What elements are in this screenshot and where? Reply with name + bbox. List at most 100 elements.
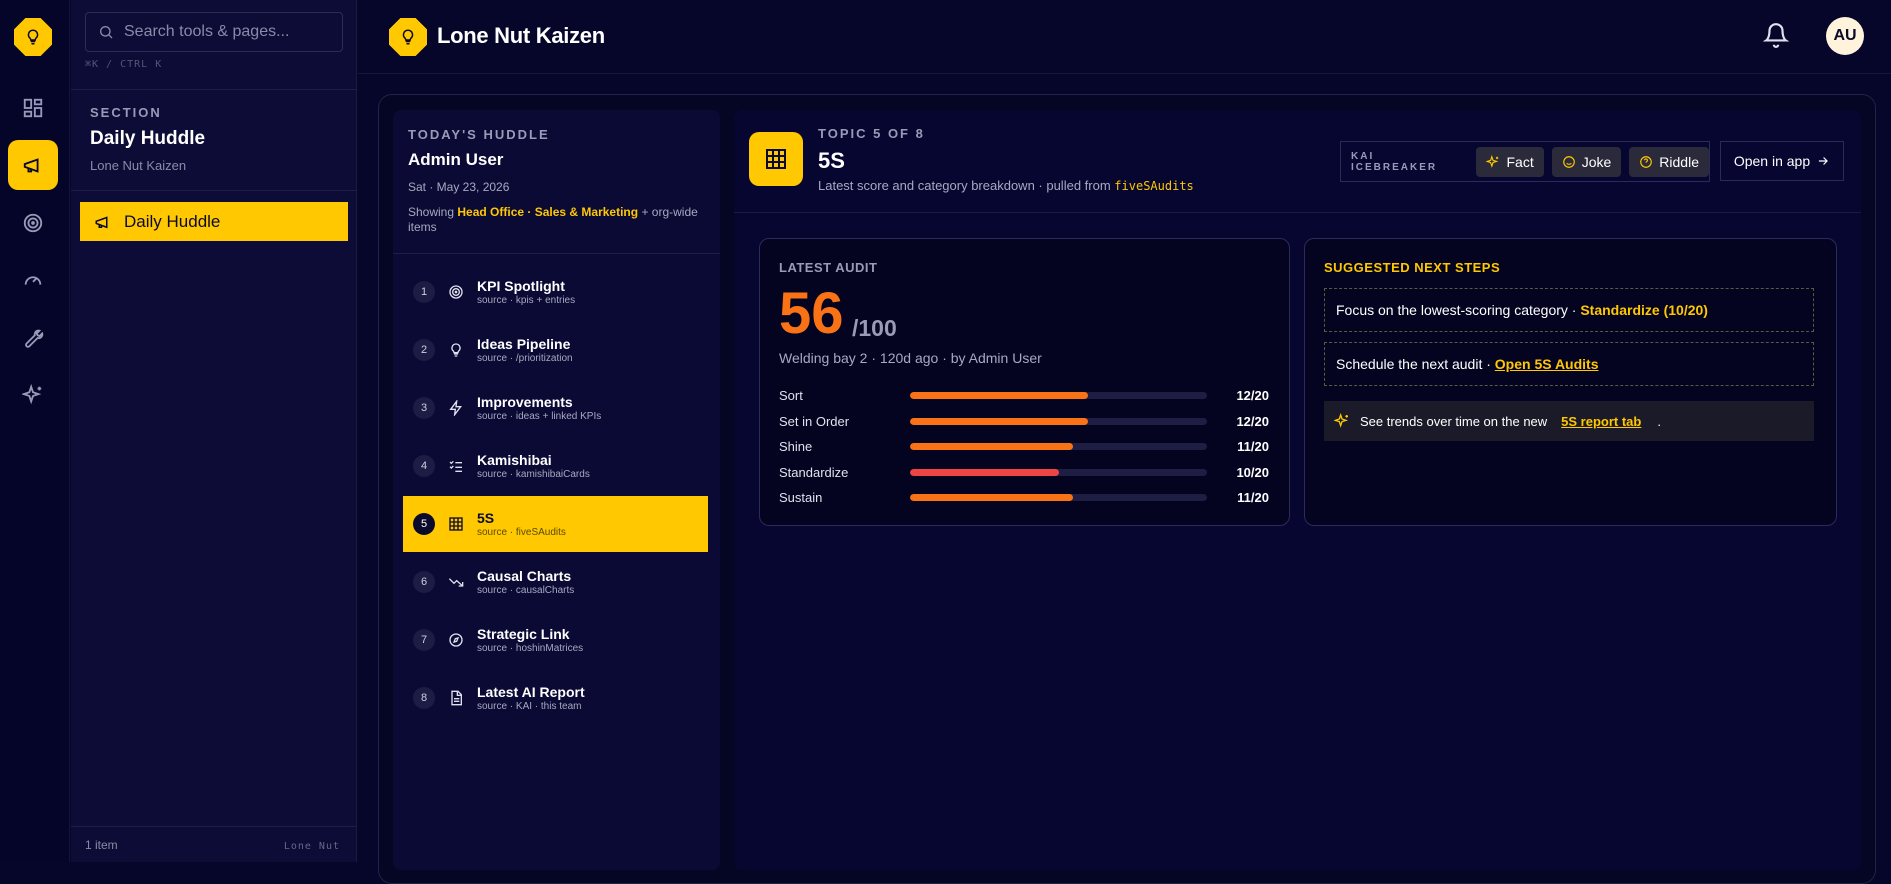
category-row: Standardize 10/20 <box>779 461 1269 483</box>
search-input[interactable] <box>124 23 334 41</box>
section-subtitle: Lone Nut Kaizen <box>90 158 187 173</box>
open-in-app-button[interactable]: Open in app <box>1720 141 1844 181</box>
topic-item-ideas-pipeline[interactable]: 2 Ideas Pipeline source · /prioritization <box>403 322 708 378</box>
category-bar <box>910 493 1207 501</box>
5s-report-tab-link[interactable]: 5S report tab <box>1561 414 1641 429</box>
grid-icon <box>749 132 803 186</box>
footer-brand: Lone Nut <box>283 841 340 852</box>
topic-item-causal-charts[interactable]: 6 Causal Charts source · causalCharts <box>403 554 708 610</box>
fact-button[interactable]: Fact <box>1476 146 1544 177</box>
category-bar <box>910 468 1207 476</box>
category-name: Sustain <box>779 489 823 505</box>
target-icon <box>447 283 465 301</box>
item-count: 1 item <box>85 838 118 852</box>
topic-source: source · ideas + linked KPIs <box>477 411 602 422</box>
divider <box>71 826 357 827</box>
topic-title: Kamishibai <box>477 452 552 468</box>
divider <box>393 253 720 254</box>
sparkles-icon <box>1486 154 1499 168</box>
next-steps-label: SUGGESTED NEXT STEPS <box>1324 260 1501 275</box>
topic-number: 7 <box>413 629 435 651</box>
category-row: Sort 12/20 <box>779 384 1269 406</box>
trend-tip: See trends over time on the new 5S report… <box>1324 401 1814 441</box>
top-bar: Lone Nut Kaizen AU <box>358 0 1891 74</box>
category-value: 12/20 <box>1236 413 1269 429</box>
topic-number: 6 <box>413 571 435 593</box>
target-icon[interactable] <box>8 198 58 248</box>
topic-item-kpi-spotlight[interactable]: 1 KPI Spotlight source · kpis + entries <box>403 264 708 320</box>
topic-title: Ideas Pipeline <box>477 336 571 352</box>
step-text: Focus on the lowest-scoring category · <box>1336 302 1577 318</box>
grid-icon <box>447 515 465 533</box>
topic-number: 1 <box>413 281 435 303</box>
topic-source: source · causalCharts <box>477 585 575 596</box>
scope-highlight: Head Office · Sales & Marketing <box>457 205 639 219</box>
brand-logo-icon <box>389 18 427 56</box>
document-icon <box>447 689 465 707</box>
open-in-app-label: Open in app <box>1733 153 1811 169</box>
huddle-date: Sat · May 23, 2026 <box>408 180 510 194</box>
fact-label: Fact <box>1506 153 1534 170</box>
joke-button[interactable]: Joke <box>1551 146 1622 177</box>
section-title: Daily Huddle <box>90 128 206 149</box>
divider <box>71 190 357 191</box>
icebreaker-label: KAI ICEBREAKER <box>1351 150 1438 173</box>
topic-subtitle: Latest score and category breakdown · pu… <box>818 178 1194 193</box>
topic-source: source · kpis + entries <box>477 295 576 306</box>
topic-item-strategic-link[interactable]: 7 Strategic Link source · hoshinMatrices <box>403 612 708 668</box>
topic-detail: TOPIC 5 OF 8 5S Latest score and categor… <box>734 110 1861 870</box>
topic-title: Latest AI Report <box>477 684 585 700</box>
topic-number: 3 <box>413 397 435 419</box>
topic-title: Strategic Link <box>477 626 570 642</box>
topic-item-improvements[interactable]: 3 Improvements source · ideas + linked KP… <box>403 380 708 436</box>
topic-number: 2 <box>413 339 435 361</box>
trend-down-icon <box>447 573 465 591</box>
megaphone-icon <box>95 215 108 228</box>
category-value: 11/20 <box>1237 489 1269 505</box>
sidebar-item-daily-huddle[interactable]: Daily Huddle <box>80 202 348 241</box>
huddle-scope: Showing Head Office · Sales & Marketing … <box>408 205 698 235</box>
search-box[interactable] <box>85 12 343 52</box>
topic-title: Causal Charts <box>477 568 572 584</box>
open-5s-audits-link[interactable]: Open 5S Audits <box>1495 356 1599 372</box>
dashboard-icon[interactable] <box>8 83 58 133</box>
topic-number: 5 <box>413 513 435 535</box>
sidebar: ⌘K / CTRL K SECTION Daily Huddle Lone Nu… <box>71 0 357 862</box>
topic-source-code: fiveSAudits <box>1114 179 1194 193</box>
riddle-button[interactable]: Riddle <box>1629 146 1709 177</box>
topic-number: 4 <box>413 455 435 477</box>
category-name: Set in Order <box>779 413 850 429</box>
logo-icon[interactable] <box>14 18 52 56</box>
avatar[interactable]: AU <box>1826 17 1864 55</box>
category-name: Shine <box>779 438 813 454</box>
topic-subtitle-text: Latest score and category breakdown · pu… <box>818 178 1111 193</box>
topic-item-5s[interactable]: 5 5S source · fiveSAudits <box>403 496 708 552</box>
category-bar-fill <box>910 442 1074 450</box>
sparkles-icon[interactable] <box>8 370 58 420</box>
category-row: Shine 11/20 <box>779 435 1269 457</box>
audit-label: LATEST AUDIT <box>779 260 878 275</box>
category-bar-fill <box>910 493 1074 501</box>
sparkles-icon <box>1334 413 1349 428</box>
scope-prefix: Showing <box>408 205 455 219</box>
megaphone-icon[interactable] <box>8 140 58 190</box>
next-steps-card: SUGGESTED NEXT STEPS Focus on the lowest… <box>1304 238 1837 526</box>
latest-audit-card: LATEST AUDIT 56 /100 Welding bay 2 · 120… <box>759 238 1290 526</box>
question-icon <box>1640 155 1653 168</box>
section-label: SECTION <box>90 105 162 120</box>
wrench-icon[interactable] <box>8 313 58 363</box>
bell-icon[interactable] <box>1762 22 1790 53</box>
step-text: Schedule the next audit · <box>1336 356 1491 372</box>
divider <box>734 212 1861 213</box>
sidebar-item-label: Daily Huddle <box>124 211 221 231</box>
checklist-icon <box>447 457 465 475</box>
brand-title: Lone Nut Kaizen <box>437 23 605 48</box>
topic-title: KPI Spotlight <box>477 278 565 294</box>
topic-title: Improvements <box>477 394 573 410</box>
audit-score: 56 <box>779 281 844 346</box>
topic-source: source · hoshinMatrices <box>477 643 584 654</box>
gauge-icon[interactable] <box>8 255 58 305</box>
topic-item-latest-ai-report[interactable]: 8 Latest AI Report source · KAI · this te… <box>403 670 708 726</box>
topic-item-kamishibai[interactable]: 4 Kamishibai source · kamishibaiCards <box>403 438 708 494</box>
category-value: 11/20 <box>1237 438 1269 454</box>
